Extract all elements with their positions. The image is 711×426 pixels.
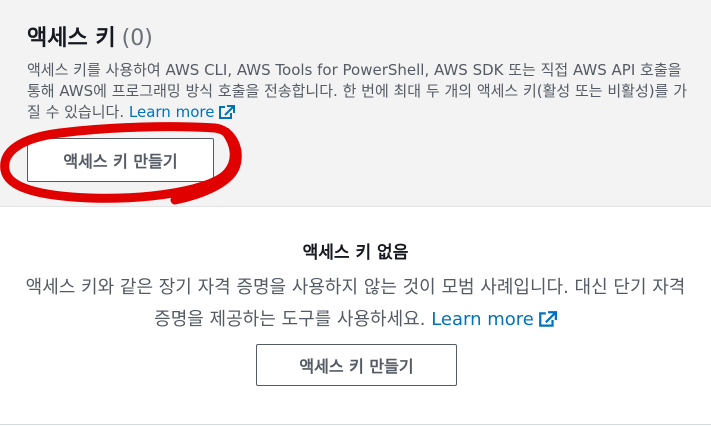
access-keys-header-section: 액세스 키 (0) 액세스 키를 사용하여 AWS CLI, AWS Tools … bbox=[0, 0, 711, 207]
empty-state-learn-more-label: Learn more bbox=[431, 309, 534, 330]
bottom-divider bbox=[0, 424, 711, 425]
external-link-icon bbox=[538, 307, 557, 339]
empty-state-description: 액세스 키와 같은 장기 자격 증명을 사용하지 않는 것이 모범 사례입니다.… bbox=[20, 272, 691, 339]
learn-more-link[interactable]: Learn more bbox=[129, 103, 236, 121]
section-title: 액세스 키 bbox=[27, 26, 116, 51]
empty-state: 액세스 키 없음 액세스 키와 같은 장기 자격 증명을 사용하지 않는 것이 … bbox=[0, 206, 711, 418]
create-access-key-button[interactable]: 액세스 키 만들기 bbox=[27, 138, 214, 182]
empty-state-title: 액세스 키 없음 bbox=[302, 243, 409, 263]
empty-state-learn-more-link[interactable]: Learn more bbox=[431, 309, 557, 330]
empty-state-description-text: 액세스 키와 같은 장기 자격 증명을 사용하지 않는 것이 모범 사례입니다.… bbox=[25, 277, 686, 330]
section-title-row: 액세스 키 (0) bbox=[27, 24, 153, 54]
access-key-count: (0) bbox=[121, 26, 153, 51]
learn-more-label: Learn more bbox=[128, 103, 215, 121]
external-link-icon bbox=[218, 105, 236, 126]
section-description-text: 액세스 키를 사용하여 AWS CLI, AWS Tools for Power… bbox=[27, 61, 687, 121]
empty-state-create-access-key-button[interactable]: 액세스 키 만들기 bbox=[256, 344, 457, 386]
section-description: 액세스 키를 사용하여 AWS CLI, AWS Tools for Power… bbox=[27, 60, 687, 126]
